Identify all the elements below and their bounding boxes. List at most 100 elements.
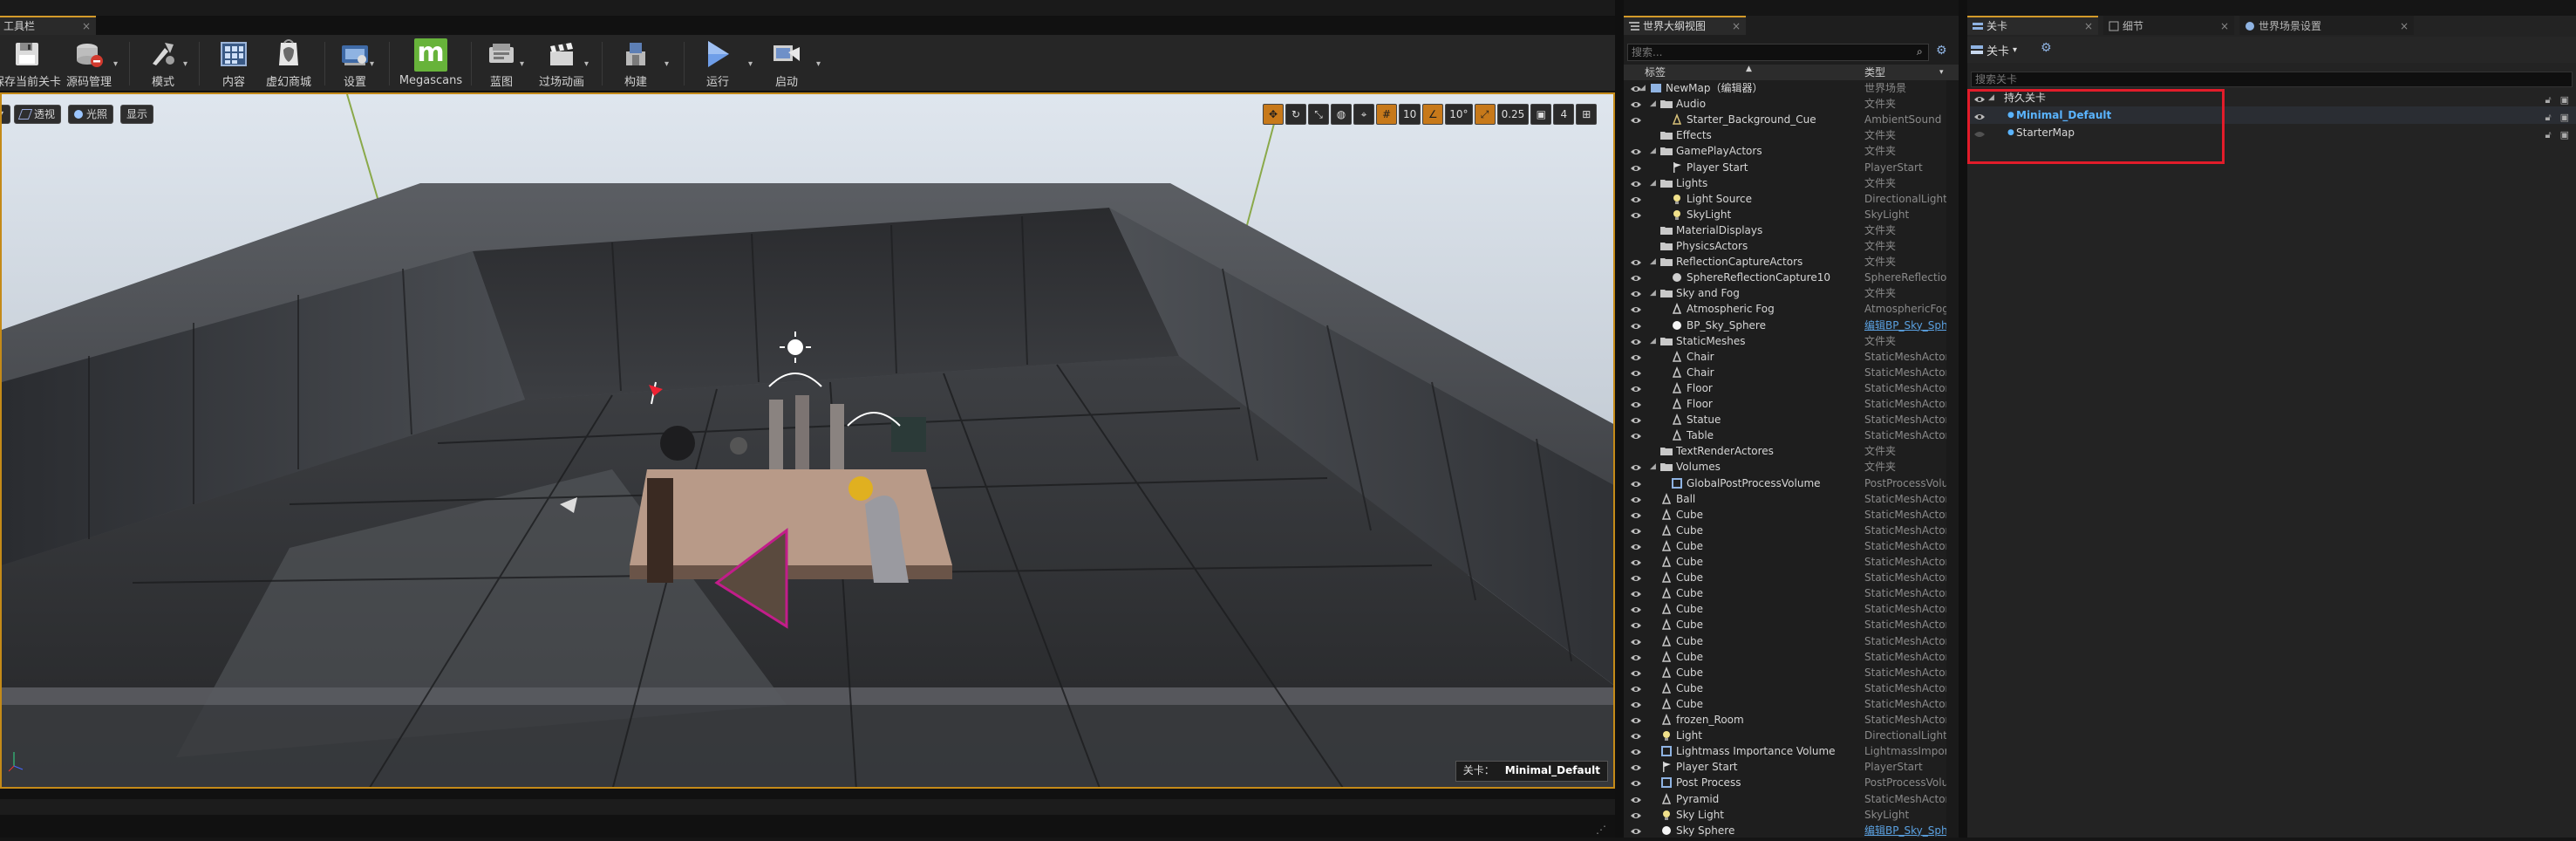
eye-icon[interactable] xyxy=(1631,794,1641,804)
outliner-row[interactable]: Table StaticMeshActor xyxy=(1624,427,1959,443)
save-current-level-button[interactable]: 保存当前关卡 xyxy=(0,37,61,89)
eye-icon[interactable] xyxy=(1631,462,1641,472)
outliner-row[interactable]: PhysicsActors 文件夹 xyxy=(1624,238,1959,254)
outliner-row[interactable]: Cube StaticMeshActor xyxy=(1624,570,1959,585)
eye-icon[interactable] xyxy=(1631,414,1641,425)
rotation-snap-icon[interactable]: ∠ xyxy=(1422,104,1444,125)
eye-icon[interactable] xyxy=(1631,367,1641,378)
scale-snap-icon[interactable]: ⤢ xyxy=(1474,104,1496,125)
chevron-down-icon[interactable]: ▾ xyxy=(370,59,374,69)
outliner-row[interactable]: ◢ Lights 文件夹 xyxy=(1624,175,1959,191)
outliner-row[interactable]: Sky Light SkyLight xyxy=(1624,807,1959,823)
horizontal-scrollbar[interactable] xyxy=(0,799,1615,815)
outliner-row[interactable]: Cube StaticMeshActor xyxy=(1624,538,1959,554)
outliner-row[interactable]: Light Source DirectionalLight xyxy=(1624,191,1959,207)
expand-arrow-icon[interactable]: ◢ xyxy=(1650,254,1656,270)
eye-icon[interactable] xyxy=(1631,683,1641,694)
lock-icon[interactable]: 🔓︎ xyxy=(2545,126,2551,144)
chevron-down-icon[interactable]: ▾ xyxy=(748,59,753,69)
close-icon[interactable]: × xyxy=(2400,17,2409,35)
world-settings-tab[interactable]: 世界场景设置 × xyxy=(2239,16,2414,35)
outliner-row[interactable]: Floor StaticMeshActor xyxy=(1624,380,1959,396)
expand-arrow-icon[interactable]: ◢ xyxy=(1650,285,1656,301)
camera-speed-icon[interactable]: ▣ xyxy=(1530,104,1552,125)
toolbar-tab[interactable]: 工具栏 × xyxy=(0,16,96,35)
label-column-header[interactable]: 标签 xyxy=(1645,65,1666,80)
outliner-row[interactable]: Atmospheric Fog AtmosphericFog xyxy=(1624,301,1959,317)
outliner-row[interactable]: Cube StaticMeshActor xyxy=(1624,554,1959,570)
eye-icon[interactable] xyxy=(1631,478,1641,489)
grid-snap-icon[interactable]: # xyxy=(1376,104,1397,125)
close-icon[interactable]: × xyxy=(2084,17,2093,35)
levels-details-icon[interactable]: ⚙ xyxy=(2041,41,2052,55)
eye-icon[interactable] xyxy=(1631,320,1641,331)
details-tab[interactable]: 细节 × xyxy=(2103,16,2234,35)
rotation-snap-value[interactable]: 10° xyxy=(1445,104,1473,125)
resize-grip-icon[interactable]: ⋰ xyxy=(1596,824,1606,836)
chevron-down-icon[interactable]: ▾ xyxy=(520,59,524,69)
outliner-row[interactable]: Cube StaticMeshActor xyxy=(1624,585,1959,601)
outliner-row[interactable]: ◢ Sky and Fog 文件夹 xyxy=(1624,285,1959,301)
outliner-row[interactable]: Lightmass Importance Volume LightmassImpo… xyxy=(1624,743,1959,759)
levels-search-input[interactable]: 搜索关卡 xyxy=(1971,72,2573,87)
eye-icon[interactable] xyxy=(1631,336,1641,346)
expand-arrow-icon[interactable]: ◢ xyxy=(1639,80,1646,96)
outliner-row[interactable]: Post Process PostProcessVolum xyxy=(1624,775,1959,790)
show-button[interactable]: 显示 xyxy=(120,105,154,124)
outliner-row[interactable]: Cube StaticMeshActor xyxy=(1624,649,1959,665)
outliner-row[interactable]: Starter_Background_Cue AmbientSound xyxy=(1624,112,1959,127)
eye-icon[interactable] xyxy=(1631,557,1641,567)
levels-menu-button[interactable]: 关卡 ▾ xyxy=(1971,41,2017,58)
outliner-row[interactable]: Effects 文件夹 xyxy=(1624,127,1959,143)
panel-splitter[interactable] xyxy=(1959,0,1967,838)
eye-icon[interactable] xyxy=(1631,777,1641,788)
outliner-row[interactable]: Light DirectionalLight xyxy=(1624,728,1959,743)
surface-snap-icon[interactable]: ⌖ xyxy=(1353,104,1374,125)
outliner-row[interactable]: Chair StaticMeshActor xyxy=(1624,365,1959,380)
translate-tool-icon[interactable]: ✥ xyxy=(1263,104,1284,125)
chevron-down-icon[interactable]: ▾ xyxy=(816,59,821,69)
levels-tab[interactable]: 关卡 × xyxy=(1967,16,2098,35)
chevron-down-icon[interactable]: ▾ xyxy=(584,59,589,69)
outliner-row[interactable]: ◢ NewMap（编辑器） 世界场景 xyxy=(1624,80,1959,96)
outliner-row[interactable]: ◢ Audio 文件夹 xyxy=(1624,96,1959,112)
eye-icon[interactable] xyxy=(1631,715,1641,725)
outliner-row[interactable]: Cube StaticMeshActor xyxy=(1624,680,1959,696)
expand-arrow-icon[interactable]: ◢ xyxy=(1650,333,1656,349)
eye-icon[interactable] xyxy=(1631,604,1641,614)
outliner-row[interactable]: frozen_Room StaticMeshActor xyxy=(1624,712,1959,728)
eye-icon[interactable] xyxy=(1631,699,1641,709)
outliner-row[interactable]: Cube StaticMeshActor xyxy=(1624,523,1959,538)
eye-icon[interactable] xyxy=(1631,99,1641,109)
eye-icon[interactable] xyxy=(1631,146,1641,156)
outliner-row[interactable]: TextRenderActores 文件夹 xyxy=(1624,443,1959,459)
chevron-down-icon[interactable]: ▾ xyxy=(1939,65,1944,80)
outliner-row[interactable]: Chair StaticMeshActor xyxy=(1624,349,1959,365)
expand-arrow-icon[interactable]: ◢ xyxy=(1650,175,1656,191)
outliner-row[interactable]: Cube StaticMeshActor xyxy=(1624,507,1959,523)
outliner-row[interactable]: Floor StaticMeshActor xyxy=(1624,396,1959,412)
source-control-button[interactable]: 源码管理 xyxy=(61,37,117,89)
eye-icon[interactable] xyxy=(1631,667,1641,678)
outliner-search-input[interactable]: 搜索... xyxy=(1627,44,1929,61)
level-viewport[interactable]: ▾ 透视 光照 显示 ✥ ↻ ⤡ ◍ ⌖ # 10 ∠ 10° ⤢ 0.25 ▣… xyxy=(0,92,1615,789)
outliner-row[interactable]: Cube StaticMeshActor xyxy=(1624,601,1959,617)
expand-arrow-icon[interactable]: ◢ xyxy=(1650,96,1656,112)
eye-icon[interactable] xyxy=(1631,178,1641,188)
rotate-tool-icon[interactable]: ↻ xyxy=(1285,104,1306,125)
scale-snap-value[interactable]: 0.25 xyxy=(1496,104,1530,125)
outliner-row[interactable]: ◢ GamePlayActors 文件夹 xyxy=(1624,143,1959,159)
outliner-row[interactable]: Cube StaticMeshActor xyxy=(1624,633,1959,649)
camera-speed-value[interactable]: 4 xyxy=(1553,104,1575,125)
eye-icon[interactable] xyxy=(1631,636,1641,646)
eye-icon[interactable] xyxy=(1631,810,1641,820)
world-outliner-tab[interactable]: 世界大纲视图 × xyxy=(1624,16,1746,35)
eye-icon[interactable] xyxy=(1631,194,1641,204)
outliner-row[interactable]: ◢ StaticMeshes 文件夹 xyxy=(1624,333,1959,349)
megascans-button[interactable]: m Megascans xyxy=(398,37,464,89)
eye-icon[interactable] xyxy=(1631,572,1641,583)
outliner-row[interactable]: Cube StaticMeshActor xyxy=(1624,696,1959,712)
eye-icon[interactable] xyxy=(1631,352,1641,362)
eye-icon[interactable] xyxy=(1631,619,1641,630)
cinematics-button[interactable]: 过场动画 xyxy=(534,37,589,89)
